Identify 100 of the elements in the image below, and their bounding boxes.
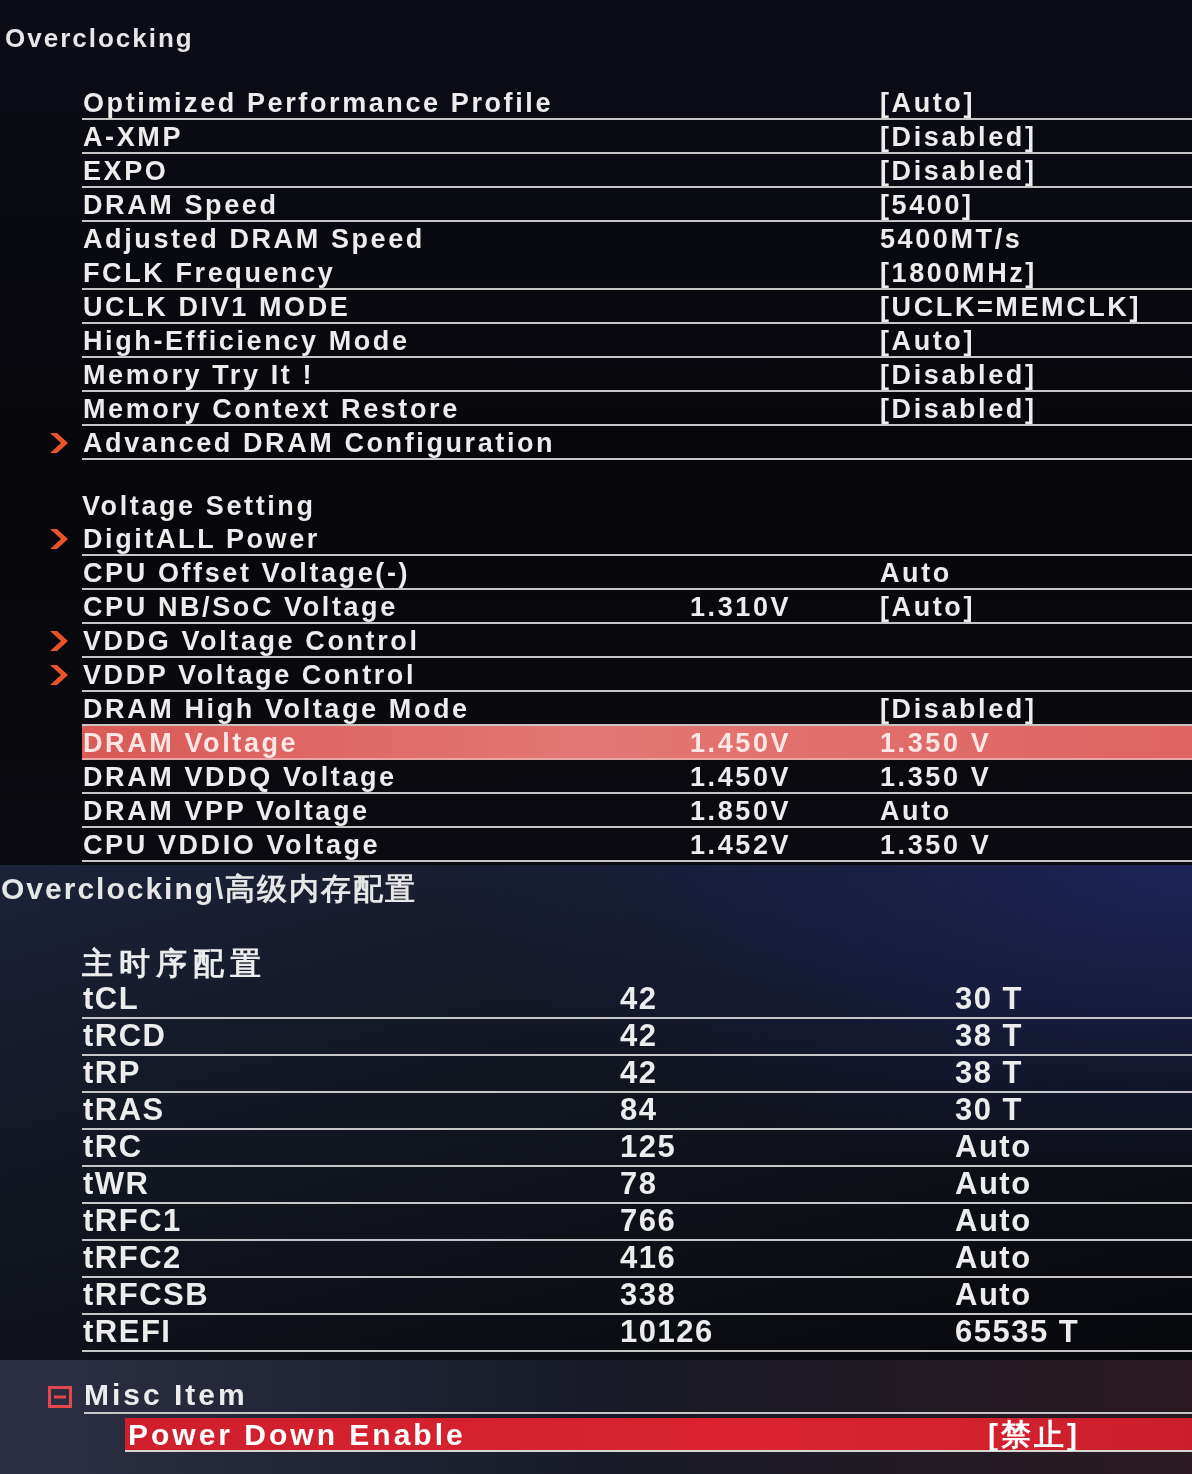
setting-value: Auto (955, 1278, 1032, 1313)
setting-label: FCLK Frequency (82, 257, 336, 288)
setting-label: tRC (82, 1130, 143, 1165)
menu-row[interactable]: tRP 42 38 T (82, 1056, 1192, 1093)
menu-row[interactable]: tRCD 42 38 T (82, 1019, 1192, 1056)
setting-value: 1.350 V (880, 727, 992, 758)
menu-row[interactable]: Advanced DRAM Configuration (82, 426, 1192, 460)
setting-value: 38 T (955, 1056, 1024, 1091)
menu-row[interactable]: DigitALL Power (82, 522, 1192, 556)
group-header[interactable]: Misc Item (84, 1380, 1192, 1414)
menu-row[interactable]: UCLK DIV1 MODE [UCLK=MEMCLK] (82, 290, 1192, 324)
setting-label: VDDP Voltage Control (82, 659, 417, 690)
current-reading: 1.452V (690, 829, 792, 860)
setting-label: tRFC2 (82, 1241, 182, 1276)
menu-row[interactable]: EXPO [Disabled] (82, 154, 1192, 188)
setting-value: [Disabled] (880, 155, 1037, 186)
current-reading: 42 (620, 982, 658, 1017)
current-reading: 42 (620, 1056, 658, 1091)
setting-label: tREFI (82, 1315, 172, 1350)
setting-value: [5400] (880, 189, 974, 220)
menu-row[interactable]: DRAM VDDQ Voltage 1.450V 1.350 V (82, 760, 1192, 794)
setting-label: Memory Context Restore (82, 393, 460, 424)
menu-row[interactable]: tRAS 84 30 T (82, 1093, 1192, 1130)
setting-label: tRP (82, 1056, 141, 1091)
setting-value: 30 T (955, 1093, 1024, 1128)
current-reading: 125 (620, 1130, 677, 1165)
menu-row[interactable]: Memory Try It ! [Disabled] (82, 358, 1192, 392)
setting-value: 30 T (955, 982, 1024, 1017)
setting-value: [Auto] (880, 325, 976, 356)
current-reading: 338 (620, 1278, 677, 1313)
setting-value: Auto (955, 1130, 1032, 1165)
setting-label: DigitALL Power (82, 523, 320, 554)
setting-value: [Disabled] (880, 359, 1037, 390)
menu-row[interactable]: tCL 42 30 T (82, 982, 1192, 1019)
menu-row[interactable]: CPU VDDIO Voltage 1.452V 1.350 V (82, 828, 1192, 862)
setting-value: [Auto] (880, 591, 976, 622)
minus-square-icon[interactable] (48, 1386, 72, 1408)
setting-label: Advanced DRAM Configuration (82, 427, 556, 458)
current-reading: 84 (620, 1093, 658, 1128)
page-title: Overclocking (4, 22, 194, 54)
menu-row[interactable]: tRFCSB 338 Auto (82, 1278, 1192, 1315)
setting-value: [UCLK=MEMCLK] (880, 291, 1142, 322)
setting-label: tCL (82, 982, 140, 1017)
setting-label: CPU VDDIO Voltage (82, 829, 381, 860)
setting-value: 38 T (955, 1019, 1024, 1054)
menu-row[interactable]: tRFC2 416 Auto (82, 1241, 1192, 1278)
setting-label: High-Efficiency Mode (82, 325, 410, 356)
setting-label: Power Down Enable (127, 1418, 466, 1452)
menu-row[interactable]: tREFI 10126 65535 T (82, 1315, 1192, 1352)
page-title: Overclocking\高级内存配置 (0, 871, 418, 907)
setting-label: Optimized Performance Profile (82, 87, 553, 118)
section-heading: 主时序配置 (82, 946, 267, 982)
setting-label: tRAS (82, 1093, 165, 1128)
setting-label: DRAM Speed (82, 189, 279, 220)
menu-row[interactable]: Power Down Enable [禁止] (125, 1418, 1192, 1452)
current-reading: 1.450V (690, 761, 792, 792)
section-heading: Voltage Setting (82, 490, 316, 522)
menu-row[interactable]: A-XMP [Disabled] (82, 120, 1192, 154)
setting-label: VDDG Voltage Control (82, 625, 420, 656)
setting-label: CPU Offset Voltage(-) (82, 557, 411, 588)
current-reading: 416 (620, 1241, 677, 1276)
current-reading: 10126 (620, 1315, 714, 1350)
setting-value: 5400MT/s (880, 223, 1023, 254)
setting-label: EXPO (82, 155, 169, 186)
setting-value: [禁止] (988, 1418, 1080, 1452)
setting-value: Auto (955, 1167, 1032, 1202)
setting-value: 1.350 V (880, 829, 992, 860)
menu-row[interactable]: tRC 125 Auto (82, 1130, 1192, 1167)
setting-value: Auto (955, 1204, 1032, 1239)
setting-label: tRCD (82, 1019, 167, 1054)
setting-value: [Disabled] (880, 693, 1037, 724)
menu-row[interactable]: CPU NB/SoC Voltage 1.310V [Auto] (82, 590, 1192, 624)
current-reading: 766 (620, 1204, 677, 1239)
setting-label: A-XMP (82, 121, 183, 152)
setting-value: [Disabled] (880, 393, 1037, 424)
current-reading: 78 (620, 1167, 658, 1202)
setting-value: Auto (955, 1241, 1032, 1276)
setting-label: tRFCSB (82, 1278, 210, 1313)
setting-label: UCLK DIV1 MODE (82, 291, 351, 322)
menu-row[interactable]: VDDG Voltage Control (82, 624, 1192, 658)
setting-label: DRAM VDDQ Voltage (82, 761, 397, 792)
setting-value: Auto (880, 795, 952, 826)
menu-row[interactable]: VDDP Voltage Control (82, 658, 1192, 692)
menu-row[interactable]: High-Efficiency Mode [Auto] (82, 324, 1192, 358)
setting-label: Memory Try It ! (82, 359, 315, 390)
menu-row[interactable]: DRAM VPP Voltage 1.850V Auto (82, 794, 1192, 828)
current-reading: 1.850V (690, 795, 792, 826)
menu-row[interactable]: FCLK Frequency [1800MHz] (82, 256, 1192, 290)
current-reading: 1.450V (690, 727, 792, 758)
menu-row[interactable]: Memory Context Restore [Disabled] (82, 392, 1192, 426)
setting-label: tRFC1 (82, 1204, 182, 1239)
setting-label: DRAM Voltage (82, 727, 299, 758)
menu-row[interactable]: DRAM Speed [5400] (82, 188, 1192, 222)
setting-value: Auto (880, 557, 952, 588)
menu-row[interactable]: tWR 78 Auto (82, 1167, 1192, 1204)
menu-row[interactable]: tRFC1 766 Auto (82, 1204, 1192, 1241)
menu-row[interactable]: Optimized Performance Profile [Auto] (82, 86, 1192, 120)
setting-value: [1800MHz] (880, 257, 1037, 288)
menu-row[interactable]: CPU Offset Voltage(-) Auto (82, 556, 1192, 590)
setting-value: [Auto] (880, 87, 976, 118)
